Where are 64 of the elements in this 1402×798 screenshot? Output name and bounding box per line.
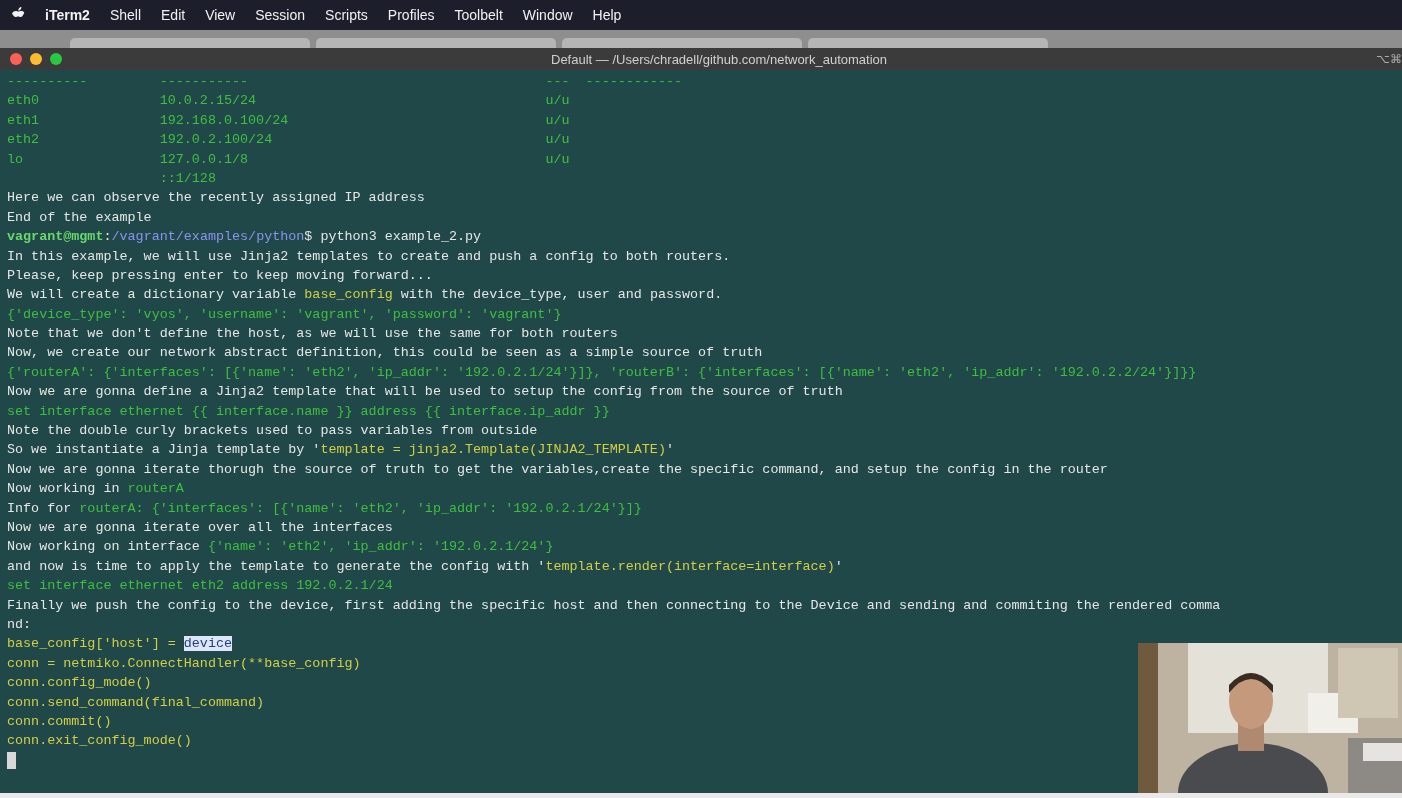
terminal-text: with the device_type, user and password. bbox=[399, 287, 723, 303]
menu-item[interactable]: Shell bbox=[109, 7, 141, 23]
output-text: routerA: {'interfaces': [{'name': 'eth2', 'ip_addr': '192.0.2.1/24'}]} bbox=[79, 500, 642, 516]
close-button[interactable] bbox=[10, 53, 22, 65]
terminal-text: ' bbox=[665, 442, 674, 458]
code-text: conn.config_mode() bbox=[7, 675, 152, 691]
path-text: /vagrant/examples/python bbox=[111, 229, 305, 245]
menu-item[interactable]: View bbox=[205, 7, 236, 23]
output-text: eth1 192.168.0.100/24 u/u bbox=[7, 112, 570, 128]
output-text: ::1/128 bbox=[158, 170, 216, 186]
terminal-text: $ python3 example_2.py bbox=[304, 229, 482, 245]
output-text: eth0 10.0.2.15/24 u/u bbox=[7, 93, 570, 109]
prompt-text: vagrant@mgmt bbox=[7, 229, 104, 245]
terminal-text: Note the double curly brackets used to pass variables from outside bbox=[7, 423, 538, 439]
menu-item[interactable]: Session bbox=[255, 7, 306, 23]
terminal-cursor bbox=[7, 751, 16, 769]
menu-item[interactable]: Scripts bbox=[325, 7, 368, 23]
terminal-text: ' bbox=[834, 558, 843, 574]
app-menu[interactable]: iTerm2 bbox=[45, 7, 90, 23]
terminal-text: Finally we push the config to the device, first adding the specific host and then connecting to the Device and sending and commiting the rendered comma bbox=[7, 597, 1221, 613]
code-text: base_config['host'] = bbox=[7, 636, 177, 652]
terminal-text: Now we are gonna iterate over all the interfaces bbox=[7, 520, 393, 535]
menu-item[interactable]: Profiles bbox=[387, 7, 435, 23]
output-text: set interface ethernet eth2 address 192.0.2.1/24 bbox=[7, 578, 393, 594]
shortcut-text: ⌥⌘ bbox=[1376, 52, 1402, 66]
terminal-text: We will create a dictionary variable bbox=[7, 287, 298, 303]
minimize-button[interactable] bbox=[30, 53, 42, 65]
terminal-text: End of the example bbox=[7, 209, 152, 225]
output-text: {'routerA': {'interfaces': [{'name': 'eth2', 'ip_addr': '192.0.2.1/24'}]}, 'routerB': {'interfaces': [{'name': 'eth2', 'ip_addr': '192.0.2.2/24'}]}} bbox=[7, 364, 1197, 380]
code-text: conn.exit_config_mode() bbox=[7, 733, 192, 749]
menu-item[interactable]: Toolbelt bbox=[454, 7, 503, 23]
menu-item[interactable]: Help bbox=[592, 7, 622, 23]
terminal-text: In this example, we will use Jinja2 templates to create and push a config to both routers. bbox=[7, 248, 731, 264]
window-title: Default — /Users/chradell/github.com/network_automation bbox=[550, 51, 888, 67]
output-text: lo 127.0.0.1/8 u/u bbox=[7, 151, 570, 167]
terminal-text: Now we are gonna define a Jinja2 template that will be used to setup the config from the source of truth bbox=[7, 384, 843, 400]
terminal-text: Please, keep pressing enter to keep moving forward... bbox=[7, 267, 433, 283]
terminal-text: Now we are gonna iterate thorugh the source of truth to get the variables,create the specific command, and setup the config in the router bbox=[7, 461, 1108, 477]
output-text: eth2 192.0.2.100/24 u/u bbox=[7, 132, 570, 148]
terminal-text: Now working on interface bbox=[7, 539, 201, 555]
zoom-button[interactable] bbox=[50, 53, 62, 65]
output-text: set interface ethernet {{ interface.name }} address {{ interface.ip_addr }} bbox=[7, 403, 610, 419]
code-text: template.render(interface=interface) bbox=[545, 558, 835, 574]
terminal-text: So we instantiate a Jinja template by ' bbox=[7, 442, 321, 458]
menu-item[interactable]: Window bbox=[522, 7, 573, 23]
output-text: routerA bbox=[127, 481, 184, 497]
menu-item[interactable]: Edit bbox=[161, 7, 186, 23]
terminal-text: and now is time to apply the template to generate the config with ' bbox=[7, 558, 546, 574]
terminal-text: : bbox=[103, 229, 112, 245]
code-text: conn.commit() bbox=[7, 713, 112, 729]
code-text: conn.send_command(final_command) bbox=[7, 694, 265, 710]
terminal-text: Here we can observe the recently assigned IP address bbox=[7, 190, 425, 206]
selected-text: device bbox=[183, 636, 232, 652]
terminal-text: Info for bbox=[7, 500, 73, 516]
terminal-text: nd: bbox=[7, 616, 32, 632]
code-text: template = jinja2.Template(JINJA2_TEMPLATE) bbox=[320, 442, 666, 458]
code-text: base_config bbox=[304, 287, 393, 303]
output-text: ---------- ----------- --- ------------ bbox=[7, 74, 682, 89]
terminal-text: Now working in bbox=[7, 481, 121, 497]
output-text: {'device_type': 'vyos', 'username': 'vagrant', 'password': 'vagrant'} bbox=[7, 306, 562, 322]
code-text: conn = netmiko.ConnectHandler(**base_config) bbox=[7, 655, 361, 671]
output-text: {'name': 'eth2', 'ip_addr': '192.0.2.1/24'} bbox=[207, 539, 554, 555]
terminal-text: Now, we create our network abstract definition, this could be seen as a simple source of truth bbox=[7, 345, 763, 361]
terminal-text: Note that we don't define the host, as we will use the same for both routers bbox=[7, 326, 618, 342]
